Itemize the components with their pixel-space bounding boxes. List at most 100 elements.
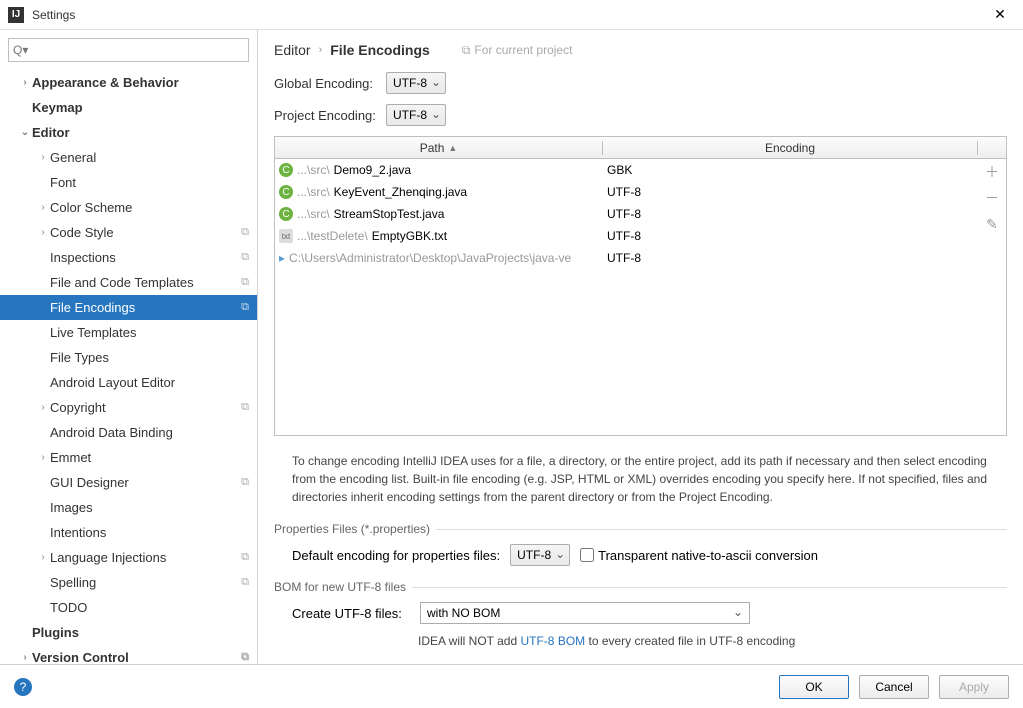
table-row[interactable]: C...\src\StreamStopTest.javaUTF-8 [275,203,978,225]
table-row[interactable]: C ...\src\ Demo9_2.java GBK [275,159,978,181]
breadcrumb-leaf: File Encodings [330,42,430,58]
cell-path: C...\src\StreamStopTest.java [275,207,603,221]
bom-combo[interactable]: with NO BOM [420,602,750,624]
sidebar-item-android-layout-editor[interactable]: Android Layout Editor [0,370,257,395]
sidebar-item-general[interactable]: ›General [0,145,257,170]
file-name: C:\Users\Administrator\Desktop\JavaProje… [289,251,571,265]
cancel-button[interactable]: Cancel [859,675,929,699]
sidebar-item-live-templates[interactable]: Live Templates [0,320,257,345]
path-prefix: ...\src\ [297,185,330,199]
expand-arrow-icon: › [36,152,50,163]
sidebar-item-label: Language Injections [50,550,241,565]
sidebar-item-language-injections[interactable]: ›Language Injections⧉ [0,545,257,570]
ok-button[interactable]: OK [779,675,849,699]
global-encoding-combo[interactable]: UTF-8 [386,72,446,94]
project-hint: ⧉For current project [462,43,573,58]
settings-tree[interactable]: ›Appearance & BehaviorKeymap⌄Editor›Gene… [0,70,257,664]
sidebar-item-label: Editor [32,125,249,140]
sidebar-item-label: Plugins [32,625,249,640]
java-file-icon: C [279,185,293,199]
transparent-checkbox[interactable]: Transparent native-to-ascii conversion [580,548,818,563]
sidebar-item-appearance-behavior[interactable]: ›Appearance & Behavior [0,70,257,95]
path-prefix: ...\testDelete\ [297,229,368,243]
sidebar-item-version-control[interactable]: ›Version Control⧉ [0,645,257,664]
edit-button[interactable]: ✎ [978,211,1006,237]
sidebar-item-label: Images [50,500,249,515]
project-badge-icon: ⧉ [241,576,249,589]
expand-arrow-icon: › [36,552,50,563]
sidebar-item-spelling[interactable]: Spelling⧉ [0,570,257,595]
sidebar-item-label: Appearance & Behavior [32,75,249,90]
java-file-icon: C [279,207,293,221]
sidebar-item-emmet[interactable]: ›Emmet [0,445,257,470]
sidebar-item-code-style[interactable]: ›Code Style⧉ [0,220,257,245]
table-row[interactable]: ▸C:\Users\Administrator\Desktop\JavaProj… [275,247,978,269]
project-encoding-label: Project Encoding: [274,108,386,123]
search-input[interactable] [8,38,249,62]
project-badge-icon: ⧉ [241,251,249,264]
expand-arrow-icon: › [36,452,50,463]
cell-path: C...\src\KeyEvent_Zhenqing.java [275,185,603,199]
sidebar-item-copyright[interactable]: ›Copyright⧉ [0,395,257,420]
dialog-title: Settings [32,8,985,22]
cell-encoding[interactable]: UTF-8 [603,185,978,199]
sidebar-item-label: File Encodings [50,300,241,315]
sidebar-item-label: Color Scheme [50,200,249,215]
properties-section: Properties Files (*.properties) [274,522,1007,536]
sidebar-item-label: GUI Designer [50,475,241,490]
sidebar-item-gui-designer[interactable]: GUI Designer⧉ [0,470,257,495]
sidebar-item-images[interactable]: Images [0,495,257,520]
search-wrap [0,30,257,70]
project-encoding-combo[interactable]: UTF-8 [386,104,446,126]
java-file-icon: C [279,163,293,177]
sidebar-item-label: TODO [50,600,249,615]
sidebar-item-label: Version Control [32,650,241,664]
sidebar-item-intentions[interactable]: Intentions [0,520,257,545]
help-button[interactable]: ? [14,678,32,696]
sidebar-item-plugins[interactable]: Plugins [0,620,257,645]
sidebar-item-todo[interactable]: TODO [0,595,257,620]
project-icon: ⧉ [462,43,471,58]
chevron-right-icon: › [319,44,323,56]
sidebar-item-font[interactable]: Font [0,170,257,195]
cell-encoding[interactable]: UTF-8 [603,229,978,243]
table-body: C...\src\Demo9_2.javaGBKC...\src\KeyEven… [275,159,1006,435]
add-button[interactable]: ＋ [978,159,1006,185]
cell-encoding[interactable]: UTF-8 [603,207,978,221]
table-rows[interactable]: C...\src\Demo9_2.javaGBKC...\src\KeyEven… [275,159,978,435]
sidebar-item-keymap[interactable]: Keymap [0,95,257,120]
sidebar-item-label: Live Templates [50,325,249,340]
sidebar-item-file-and-code-templates[interactable]: File and Code Templates⧉ [0,270,257,295]
project-badge-icon: ⧉ [241,226,249,239]
cell-path: ▸C:\Users\Administrator\Desktop\JavaProj… [275,251,603,265]
bom-note: IDEA will NOT add UTF-8 BOM to every cre… [274,634,1007,648]
sidebar-item-file-types[interactable]: File Types [0,345,257,370]
properties-encoding-combo[interactable]: UTF-8 [510,544,570,566]
utf8-bom-link[interactable]: UTF-8 BOM [520,634,585,648]
properties-encoding-row: Default encoding for properties files: U… [274,544,1007,566]
sort-asc-icon: ▲ [448,143,457,153]
path-prefix: ...\src\ [297,163,330,177]
close-icon[interactable]: ✕ [985,6,1015,23]
sidebar-item-file-encodings[interactable]: File Encodings⧉ [0,295,257,320]
sidebar-item-inspections[interactable]: Inspections⧉ [0,245,257,270]
remove-button[interactable]: － [978,185,1006,211]
cell-encoding[interactable]: UTF-8 [603,251,978,265]
cell-path: C ...\src\ Demo9_2.java [275,163,603,177]
dialog-footer: ? OK Cancel Apply [0,664,1023,708]
sidebar-item-android-data-binding[interactable]: Android Data Binding [0,420,257,445]
apply-button[interactable]: Apply [939,675,1009,699]
settings-dialog: IJ Settings ✕ ›Appearance & BehaviorKeym… [0,0,1023,708]
sidebar-item-editor[interactable]: ⌄Editor [0,120,257,145]
column-path[interactable]: Path▲ [275,141,603,155]
expand-arrow-icon: › [18,652,32,663]
expand-arrow-icon: ⌄ [18,127,32,138]
table-row[interactable]: C...\src\KeyEvent_Zhenqing.javaUTF-8 [275,181,978,203]
column-encoding[interactable]: Encoding [603,141,978,155]
global-encoding-row: Global Encoding: UTF-8 [274,72,1007,94]
cell-encoding[interactable]: GBK [603,163,978,177]
sidebar-item-color-scheme[interactable]: ›Color Scheme [0,195,257,220]
file-name: Demo9_2.java [334,163,411,177]
content-panel: Editor › File Encodings ⧉For current pro… [258,30,1023,664]
table-row[interactable]: txt...\testDelete\EmptyGBK.txtUTF-8 [275,225,978,247]
